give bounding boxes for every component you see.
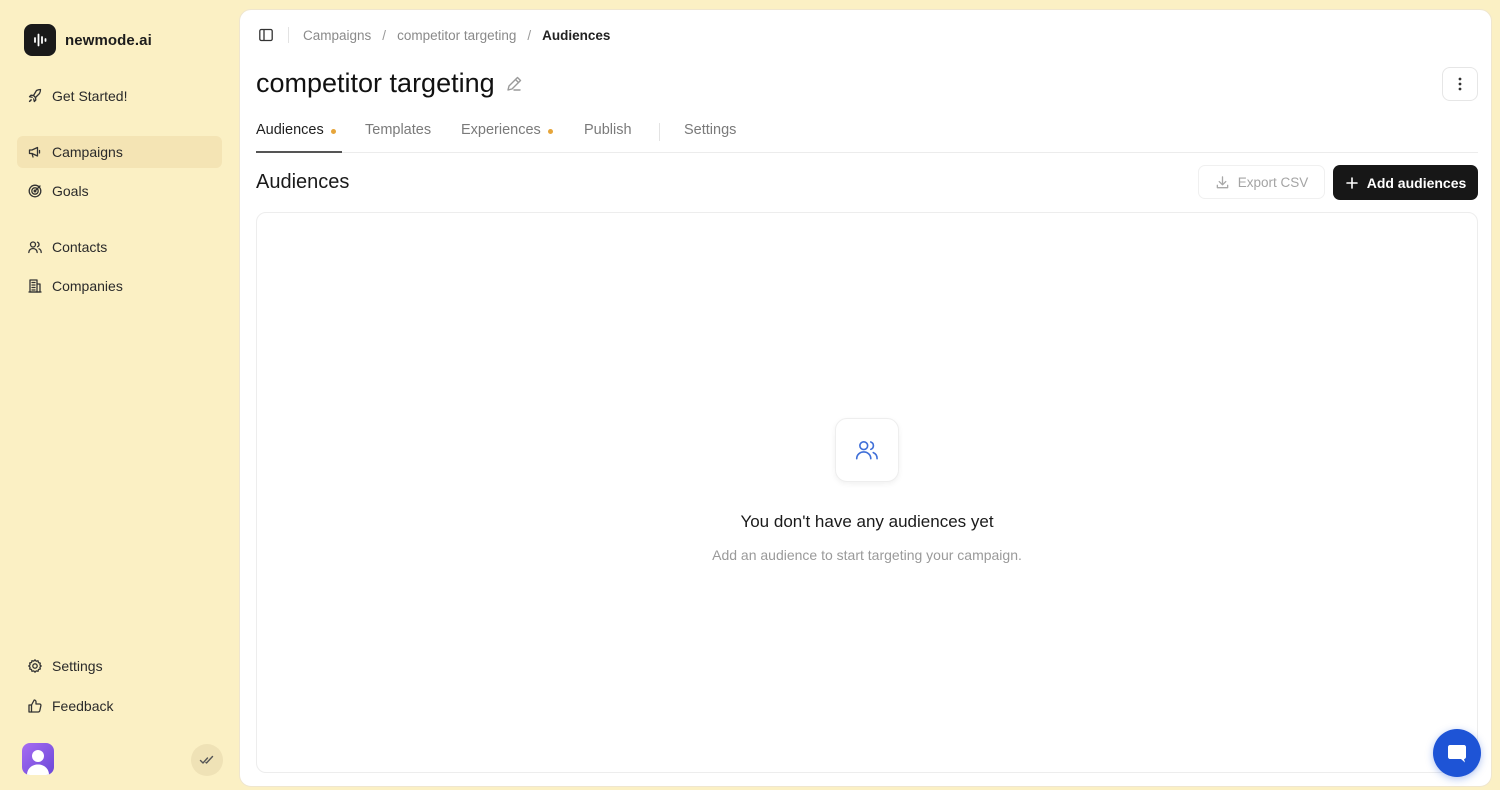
- sidebar-item-settings[interactable]: Settings: [17, 650, 222, 682]
- sidebar-item-label: Goals: [52, 183, 89, 199]
- edit-title-button[interactable]: [505, 74, 525, 94]
- pencil-icon: [506, 76, 521, 91]
- topbar-divider: [288, 27, 289, 43]
- chat-bubble-icon: [1448, 745, 1466, 763]
- breadcrumb-separator: /: [382, 27, 387, 43]
- sidebar-item-companies[interactable]: Companies: [17, 270, 222, 302]
- page-title-text: competitor targeting: [256, 68, 495, 98]
- gear-icon: [28, 659, 42, 673]
- building-icon: [28, 279, 42, 293]
- target-icon: [28, 184, 42, 198]
- tab-audiences[interactable]: Audiences: [256, 120, 342, 153]
- download-icon: [1216, 175, 1229, 188]
- chat-support-button[interactable]: [1433, 729, 1481, 777]
- user-avatar[interactable]: [22, 743, 54, 775]
- sidebar-item-label: Companies: [52, 278, 123, 294]
- sidebar-item-contacts[interactable]: Contacts: [17, 231, 222, 263]
- sidebar-item-label: Campaigns: [52, 144, 123, 160]
- brand-logo-icon: [24, 24, 56, 56]
- unsaved-dot: [330, 129, 336, 134]
- sidebar-item-campaigns[interactable]: Campaigns: [17, 136, 222, 168]
- sidebar-toggle-button[interactable]: [256, 25, 276, 45]
- tab-label: Experiences: [461, 122, 541, 138]
- tab-divider: [659, 123, 660, 141]
- sidebar: newmode.ai Get Started! Campaigns Goals: [0, 0, 238, 790]
- unsaved-dot: [547, 129, 553, 134]
- sidebar-item-label: Get Started!: [52, 88, 128, 104]
- more-options-button[interactable]: [1442, 67, 1478, 101]
- mark-all-read-button[interactable]: [191, 744, 223, 776]
- tab-label: Publish: [584, 122, 632, 138]
- double-check-icon: [199, 755, 214, 764]
- export-csv-label: Export CSV: [1237, 174, 1309, 190]
- tab-publish[interactable]: Publish: [584, 120, 632, 153]
- thumbs-up-icon: [28, 699, 42, 713]
- brand-name: newmode.ai: [65, 31, 152, 49]
- tab-experiences[interactable]: Experiences: [461, 120, 553, 153]
- breadcrumb: Campaigns / competitor targeting / Audie…: [303, 28, 610, 43]
- rocket-icon: [28, 88, 42, 103]
- tab-templates[interactable]: Templates: [365, 120, 431, 153]
- sidebar-toggle-icon: [259, 28, 273, 42]
- breadcrumb-item-current: Audiences: [542, 27, 611, 43]
- plus-icon: [1345, 176, 1358, 189]
- breadcrumb-separator: /: [527, 27, 532, 43]
- section-title: Audiences: [256, 171, 350, 193]
- tab-label: Settings: [684, 122, 737, 138]
- sidebar-item-feedback[interactable]: Feedback: [17, 690, 222, 722]
- megaphone-icon: [28, 146, 41, 158]
- add-audiences-label: Add audiences: [1366, 174, 1467, 191]
- breadcrumb-item-campaigns[interactable]: Campaigns: [303, 28, 371, 43]
- export-csv-button[interactable]: Export CSV: [1198, 165, 1325, 199]
- brand[interactable]: newmode.ai: [24, 24, 152, 56]
- sidebar-item-goals[interactable]: Goals: [17, 175, 222, 207]
- user-icon: [27, 750, 49, 775]
- more-vertical-icon: [1458, 77, 1462, 91]
- topbar: Campaigns / competitor targeting / Audie…: [256, 24, 610, 46]
- audiences-empty-state: You don't have any audiences yet Add an …: [256, 212, 1478, 773]
- add-audiences-button[interactable]: Add audiences: [1333, 165, 1478, 200]
- main-panel: Campaigns / competitor targeting / Audie…: [239, 9, 1492, 787]
- sidebar-item-label: Feedback: [52, 698, 114, 714]
- users-icon: [28, 241, 42, 254]
- empty-state-subtitle: Add an audience to start targeting your …: [712, 547, 1022, 563]
- page-title: competitor targeting: [256, 68, 525, 99]
- tab-settings[interactable]: Settings: [684, 120, 736, 153]
- breadcrumb-item-campaign[interactable]: competitor targeting: [397, 28, 516, 43]
- users-icon: [855, 440, 878, 460]
- tab-bar: Audiences Templates Experiences Publish …: [256, 120, 1478, 153]
- sidebar-item-get-started[interactable]: Get Started!: [17, 80, 222, 112]
- sidebar-item-label: Contacts: [52, 239, 108, 255]
- sidebar-item-label: Settings: [52, 658, 103, 674]
- tab-label: Templates: [365, 122, 432, 138]
- empty-state-icon-box: [835, 418, 899, 482]
- empty-state-title: You don't have any audiences yet: [740, 512, 994, 531]
- tab-label: Audiences: [256, 122, 324, 138]
